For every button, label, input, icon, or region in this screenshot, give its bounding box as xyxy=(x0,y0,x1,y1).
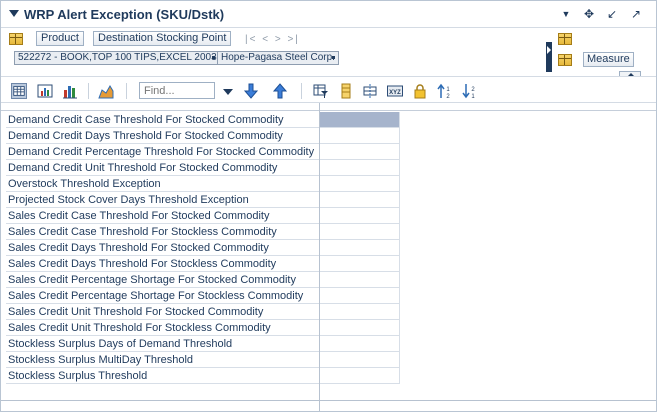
move-down-icon[interactable] xyxy=(243,83,259,99)
nav-glyphs[interactable]: |< < > >| xyxy=(245,34,300,45)
lock-icon[interactable] xyxy=(412,83,428,99)
chart-grid-icon[interactable] xyxy=(37,83,53,99)
table-cell[interactable] xyxy=(320,336,400,352)
window-header: WRP Alert Exception (SKU/Dstk) ▼ ✥ ↙ ↗ xyxy=(1,1,656,28)
table-row-label[interactable]: Stockless Surplus MultiDay Threshold xyxy=(6,352,319,368)
table-row-label[interactable]: Demand Credit Unit Threshold For Stocked… xyxy=(6,160,319,176)
triangle-down-icon[interactable] xyxy=(9,10,19,17)
toolbar-separator xyxy=(88,83,89,99)
window-title: WRP Alert Exception (SKU/Dstk) xyxy=(24,7,225,22)
destination-value-chip[interactable]: Hope-Pagasa Steel Corp. xyxy=(217,51,339,65)
table-row-label[interactable]: Stockless Surplus Days of Demand Thresho… xyxy=(6,336,319,352)
svg-text:XYZ: XYZ xyxy=(389,90,401,96)
table-cell[interactable] xyxy=(320,352,400,368)
move-up-icon[interactable] xyxy=(272,83,288,99)
table-row-label[interactable]: Demand Credit Days Threshold For Stocked… xyxy=(6,128,319,144)
chip-separator-dot xyxy=(212,56,215,59)
table-row-label[interactable]: Sales Credit Unit Threshold For Stockles… xyxy=(6,320,319,336)
dropdown-arrow-icon[interactable]: ▼ xyxy=(558,6,574,22)
table-cell[interactable] xyxy=(320,272,400,288)
toolbar-separator xyxy=(126,83,127,99)
chevron-right-icon[interactable] xyxy=(547,46,551,54)
move-cross-icon[interactable]: ✥ xyxy=(581,6,597,22)
filter-icon[interactable] xyxy=(313,83,329,99)
table-cell[interactable] xyxy=(320,128,400,144)
find-dropdown-icon[interactable] xyxy=(223,89,233,95)
table-cell[interactable] xyxy=(320,304,400,320)
table-row-label[interactable]: Demand Credit Case Threshold For Stocked… xyxy=(6,112,319,128)
table-cell[interactable] xyxy=(320,208,400,224)
highlight-icon[interactable] xyxy=(338,83,354,99)
grid-view-icon[interactable] xyxy=(11,83,27,99)
svg-text:1: 1 xyxy=(446,87,450,93)
dimension-area: Product Destination Stocking Point |< < … xyxy=(1,28,656,72)
row-label-column: Demand Credit Case Threshold For Stocked… xyxy=(6,112,319,384)
table-row-label[interactable]: Demand Credit Percentage Threshold For S… xyxy=(6,144,319,160)
grid-column-header xyxy=(1,103,656,111)
product-value-chip[interactable]: 522272 - BOOK,TOP 100 TIPS,EXCEL 2003 xyxy=(14,51,221,65)
svg-text:2: 2 xyxy=(471,87,475,93)
svg-text:1: 1 xyxy=(471,94,475,99)
destination-dimension-button[interactable]: Destination Stocking Point xyxy=(93,31,232,46)
table-cell[interactable] xyxy=(320,240,400,256)
tile-grid-icon[interactable] xyxy=(558,54,572,66)
page-navigation-arrows[interactable]: |< < > >| xyxy=(245,34,300,45)
chip-separator-dot xyxy=(332,56,335,59)
value-column xyxy=(320,112,400,384)
table-row-label[interactable]: Sales Credit Percentage Shortage For Sto… xyxy=(6,288,319,304)
wrp-alert-exception-window: WRP Alert Exception (SKU/Dstk) ▼ ✥ ↙ ↗ P… xyxy=(0,0,657,412)
data-grid: Demand Credit Case Threshold For Stocked… xyxy=(1,103,656,411)
svg-text:2: 2 xyxy=(446,94,450,99)
table-row-label[interactable]: Sales Credit Case Threshold For Stockles… xyxy=(6,224,319,240)
table-cell[interactable] xyxy=(320,112,400,128)
toolbar-separator xyxy=(301,83,302,99)
table-cell[interactable] xyxy=(320,320,400,336)
split-icon[interactable] xyxy=(362,83,378,99)
grid-bottom-border xyxy=(1,400,656,401)
measure-dimension-button[interactable]: Measure xyxy=(583,52,634,67)
table-cell[interactable] xyxy=(320,176,400,192)
table-row-label[interactable]: Sales Credit Days Threshold For Stocked … xyxy=(6,240,319,256)
tile-grid-icon[interactable] xyxy=(9,33,23,45)
table-cell[interactable] xyxy=(320,288,400,304)
view-toolbar: XYZ 1 2 2 1 xyxy=(1,76,656,103)
table-row-label[interactable]: Sales Credit Case Threshold For Stocked … xyxy=(6,208,319,224)
table-row-label[interactable]: Stockless Surplus Threshold xyxy=(6,368,319,384)
arrow-up-right-icon[interactable]: ↗ xyxy=(628,6,644,22)
table-cell[interactable] xyxy=(320,368,400,384)
table-cell[interactable] xyxy=(320,144,400,160)
find-input[interactable] xyxy=(139,82,215,99)
table-cell[interactable] xyxy=(320,256,400,272)
sort-ascending-icon[interactable]: 1 2 xyxy=(437,83,453,99)
table-row-label[interactable]: Sales Credit Percentage Shortage For Sto… xyxy=(6,272,319,288)
xyz-icon[interactable]: XYZ xyxy=(387,83,403,99)
sort-descending-icon[interactable]: 2 1 xyxy=(462,83,478,99)
bar-chart-icon[interactable] xyxy=(62,83,78,99)
table-row-label[interactable]: Sales Credit Days Threshold For Stockles… xyxy=(6,256,319,272)
table-cell[interactable] xyxy=(320,192,400,208)
tile-grid-icon[interactable] xyxy=(558,33,572,45)
table-cell[interactable] xyxy=(320,160,400,176)
table-cell[interactable] xyxy=(320,224,400,240)
arrow-down-left-icon[interactable]: ↙ xyxy=(604,6,620,22)
product-dimension-button[interactable]: Product xyxy=(36,31,84,46)
table-row-label[interactable]: Sales Credit Unit Threshold For Stocked … xyxy=(6,304,319,320)
area-chart-icon[interactable] xyxy=(98,83,114,99)
table-row-label[interactable]: Projected Stock Cover Days Threshold Exc… xyxy=(6,192,319,208)
table-row-label[interactable]: Overstock Threshold Exception xyxy=(6,176,319,192)
